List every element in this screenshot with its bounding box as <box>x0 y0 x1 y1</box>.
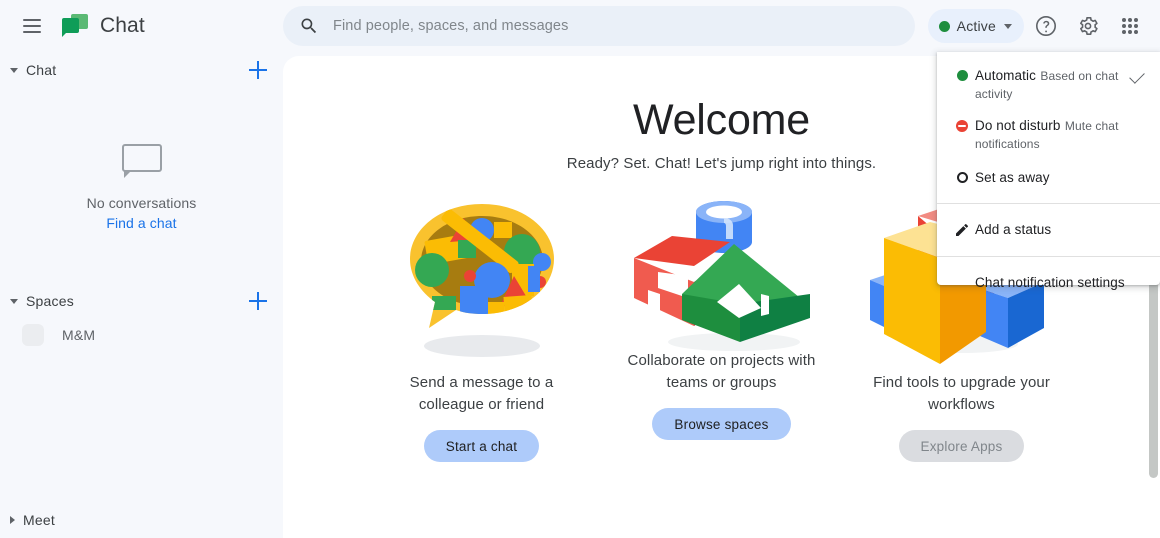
settings-button[interactable] <box>1068 6 1108 46</box>
app-title: Chat <box>100 14 145 37</box>
new-chat-plus-icon[interactable] <box>247 59 269 81</box>
sidebar: Chat No conversations Find a chat Spaces… <box>0 52 283 538</box>
status-pill-label: Active <box>956 18 996 34</box>
space-avatar <box>22 324 44 346</box>
chevron-down-icon <box>1004 23 1012 29</box>
explore-apps-button[interactable]: Explore Apps <box>898 430 1025 462</box>
do-not-disturb-icon <box>949 117 975 132</box>
menu-item-do-not-disturb[interactable]: Do not disturb Mute chat notifications <box>937 110 1160 160</box>
sidebar-section-meet[interactable]: Meet <box>0 502 283 538</box>
sidebar-section-chat[interactable]: Chat <box>0 52 283 88</box>
google-apps-button[interactable] <box>1110 6 1150 46</box>
menu-item-chat-notification-settings[interactable]: Chat notification settings <box>937 264 1160 302</box>
sidebar-section-meet-label: Meet <box>23 512 55 528</box>
card-browse-spaces: Collaborate on projects with teams or gr… <box>602 194 842 462</box>
browse-spaces-button[interactable]: Browse spaces <box>652 408 791 440</box>
chat-bubble-icon <box>121 144 162 178</box>
menu-divider <box>937 203 1160 204</box>
space-name-label: M&M <box>62 327 96 343</box>
help-button[interactable] <box>1026 6 1066 46</box>
menu-item-automatic[interactable]: Automatic Based on chat activity <box>937 60 1160 110</box>
chevron-down-icon <box>10 67 18 73</box>
help-circle-icon <box>1036 16 1056 36</box>
search-input[interactable]: Find people, spaces, and messages <box>283 6 915 46</box>
pencil-icon <box>949 222 975 238</box>
sidebar-section-spaces-label: Spaces <box>26 293 74 309</box>
sidebar-item-space-mm[interactable]: M&M <box>0 319 283 351</box>
away-circle-icon <box>949 169 975 183</box>
menu-item-title: Set as away <box>975 170 1050 185</box>
chevron-right-icon <box>10 516 15 524</box>
status-dot-icon <box>938 20 950 32</box>
chevron-down-icon <box>10 298 18 304</box>
sidebar-section-spaces[interactable]: Spaces <box>0 283 283 319</box>
apps-grid-icon <box>1121 17 1139 35</box>
google-chat-window: Chat Find people, spaces, and messages A… <box>0 0 1160 538</box>
hamburger-icon[interactable] <box>12 6 52 46</box>
card-start-a-chat: Send a message to a colleague or friend … <box>362 194 602 462</box>
three-3d-shapes-illustration <box>622 194 822 372</box>
status-pill-button[interactable]: Active <box>927 9 1024 43</box>
find-a-chat-link[interactable]: Find a chat <box>106 215 176 231</box>
new-space-plus-icon[interactable] <box>247 290 269 312</box>
menu-item-title: Add a status <box>975 222 1052 237</box>
menu-item-title: Chat notification settings <box>975 275 1125 290</box>
search-icon <box>301 18 317 34</box>
card-description: Send a message to a colleague or friend <box>409 374 554 413</box>
menu-item-title: Do not disturb <box>975 118 1061 133</box>
menu-item-set-as-away[interactable]: Set as away <box>937 160 1160 196</box>
sidebar-section-chat-label: Chat <box>26 62 57 78</box>
green-dot-icon <box>949 67 975 81</box>
menu-divider <box>937 256 1160 257</box>
search-placeholder: Find people, spaces, and messages <box>333 18 569 34</box>
no-conversations-text: No conversations <box>86 195 197 211</box>
app-brand[interactable]: Chat <box>62 14 145 38</box>
app-header: Chat Find people, spaces, and messages A… <box>0 0 1160 52</box>
header-actions: Active <box>927 0 1150 52</box>
google-chat-logo-icon <box>62 14 88 38</box>
menu-item-title: Automatic <box>975 68 1036 83</box>
card-description: Find tools to upgrade your workflows <box>873 374 1050 413</box>
gear-icon <box>1080 17 1098 35</box>
chat-empty-state: No conversations Find a chat <box>0 144 283 231</box>
start-a-chat-button[interactable]: Start a chat <box>423 430 540 462</box>
speech-bubble-with-shapes-illustration <box>382 194 582 372</box>
status-dropdown-menu: Automatic Based on chat activity Do not … <box>937 52 1160 290</box>
menu-item-add-a-status[interactable]: Add a status <box>937 211 1160 249</box>
menu-item-spacer <box>949 282 975 285</box>
